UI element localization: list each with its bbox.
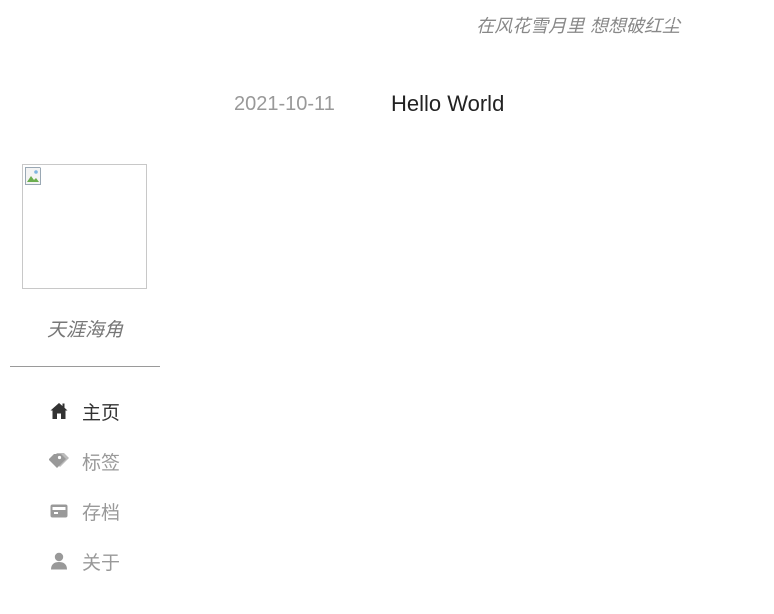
nav-item-home[interactable]: 主页 — [48, 392, 168, 430]
nav-item-tags[interactable]: 标签 — [48, 442, 168, 480]
nav-item-label: 关于 — [82, 551, 121, 574]
nav-item-archive[interactable]: 存档 — [48, 492, 168, 530]
avatar[interactable] — [22, 164, 147, 289]
site-name: 天涯海角 — [46, 319, 123, 341]
page: 在风花雪月里 想想破红尘 2021-10-11 Hello World 天涯海角… — [0, 0, 774, 614]
home-icon — [48, 400, 70, 422]
tags-icon — [48, 450, 70, 472]
post-date: 2021-10-11 — [234, 92, 335, 115]
sidebar-nav: 主页 标签 存档 关于 — [48, 392, 168, 592]
post-title-link[interactable]: Hello World — [391, 91, 504, 117]
broken-image-icon — [25, 167, 45, 185]
nav-item-label: 存档 — [82, 501, 121, 524]
sidebar-divider — [10, 366, 160, 367]
user-icon — [48, 550, 70, 572]
site-motto: 在风花雪月里 想想破红尘 — [476, 16, 680, 37]
nav-item-label: 标签 — [82, 451, 121, 474]
post-list-item: 2021-10-11 Hello World — [234, 90, 504, 118]
nav-item-label: 主页 — [82, 401, 121, 424]
archive-icon — [48, 500, 70, 522]
nav-item-about[interactable]: 关于 — [48, 542, 168, 580]
